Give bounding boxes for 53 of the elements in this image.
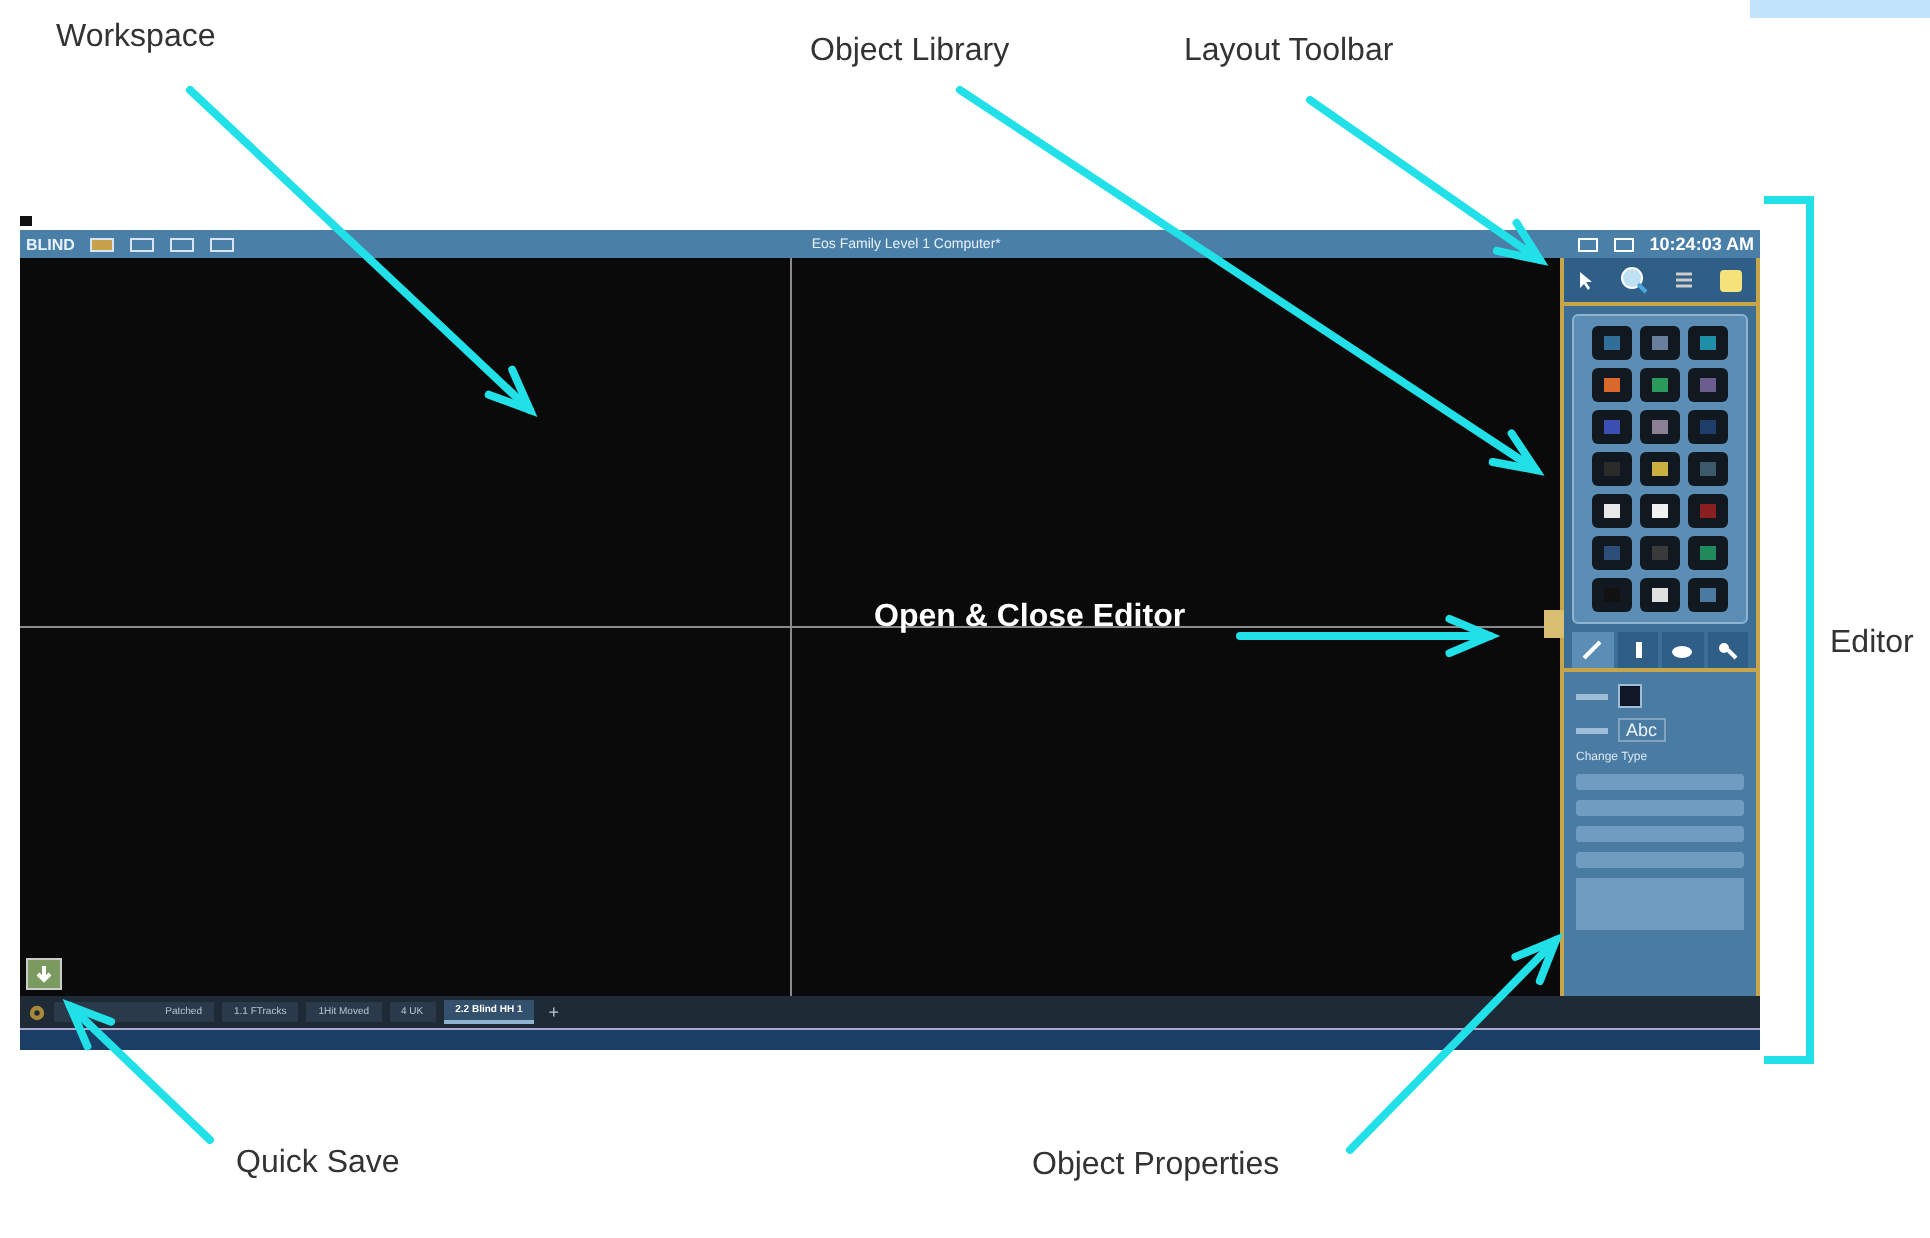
annotation-label: Layout Toolbar (1184, 34, 1394, 70)
object-tile[interactable] (1640, 368, 1680, 402)
object-tile[interactable] (1592, 368, 1632, 402)
object-tile[interactable] (1688, 452, 1728, 486)
pointer-icon[interactable] (1577, 270, 1594, 290)
object-tile[interactable] (1688, 578, 1728, 612)
object-tile[interactable] (1592, 578, 1632, 612)
object-tile[interactable] (1688, 410, 1728, 444)
pen-icon (1582, 640, 1603, 660)
object-tile[interactable] (1688, 368, 1728, 402)
view-icon[interactable] (170, 237, 195, 251)
tool-tab[interactable] (1572, 632, 1613, 668)
tool-tab[interactable] (1707, 632, 1748, 668)
view-icon[interactable] (130, 237, 155, 251)
mode-label: BLIND (26, 235, 75, 253)
annotation-label: Object Properties (1032, 1148, 1280, 1184)
object-tile[interactable] (1640, 452, 1680, 486)
object-tile[interactable] (1592, 494, 1632, 528)
object-tile[interactable] (1640, 326, 1680, 360)
annotation-label: Object Library (810, 34, 1010, 70)
view-icon[interactable] (90, 237, 115, 251)
annotation-label: Editor (1830, 626, 1914, 662)
annotation-label: Workspace (56, 20, 216, 56)
tool-tab[interactable] (1617, 632, 1658, 668)
gear-icon[interactable] (28, 1003, 46, 1021)
object-tile[interactable] (1688, 536, 1728, 570)
list-icon[interactable] (1674, 269, 1695, 291)
object-tile[interactable] (1592, 326, 1632, 360)
tool-tab[interactable] (1662, 632, 1703, 668)
object-tile[interactable] (1688, 326, 1728, 360)
object-tile[interactable] (1688, 494, 1728, 528)
object-tile[interactable] (1592, 452, 1632, 486)
keys-icon (1717, 640, 1738, 660)
object-tile[interactable] (1592, 410, 1632, 444)
display-icon[interactable] (1577, 237, 1598, 251)
quick-save-button[interactable] (26, 958, 62, 990)
add-tab-button[interactable]: + (542, 1002, 566, 1022)
editor-toggle-button[interactable] (1544, 610, 1564, 638)
clock: 10:24:03 AM (1649, 234, 1754, 254)
object-tile[interactable] (1640, 536, 1680, 570)
color-swatch[interactable] (1618, 684, 1642, 708)
app-icon (20, 215, 32, 225)
annotation-label: Open & Close Editor (874, 600, 1186, 636)
object-tile[interactable] (1640, 494, 1680, 528)
object-tile[interactable] (1640, 410, 1680, 444)
object-tile[interactable] (1640, 578, 1680, 612)
font-sample[interactable]: Abc (1618, 718, 1666, 742)
view-icon[interactable] (210, 237, 235, 251)
annotation-label: Quick Save (236, 1146, 400, 1182)
save-icon (34, 964, 54, 984)
magnifier-icon[interactable] (1619, 266, 1648, 294)
note-icon[interactable] (1720, 269, 1743, 291)
object-tile[interactable] (1592, 536, 1632, 570)
